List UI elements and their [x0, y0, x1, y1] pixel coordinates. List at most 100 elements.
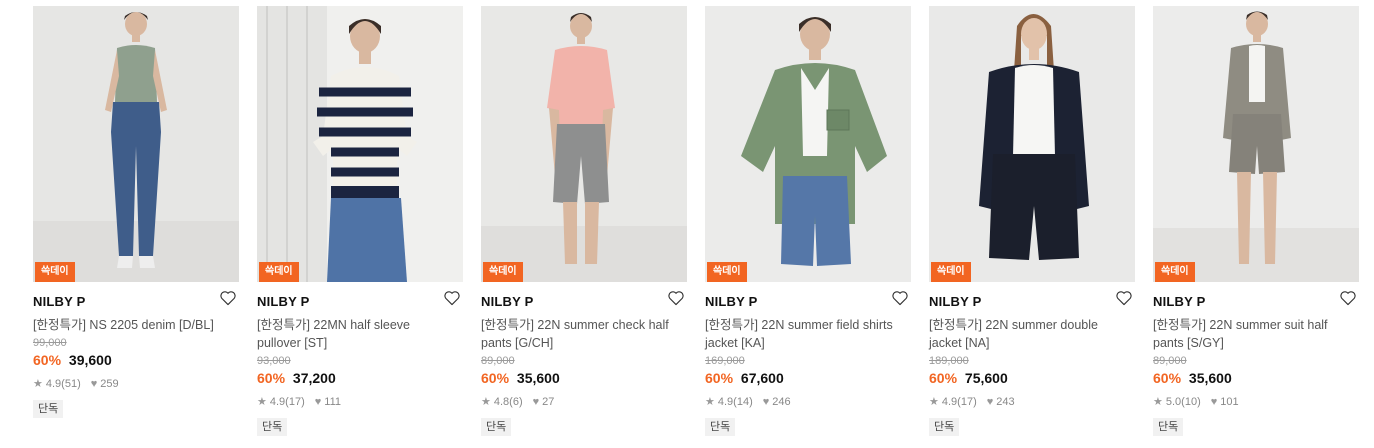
star-icon: ★: [929, 396, 939, 408]
original-price: 169,000: [705, 355, 745, 367]
heart-filled-icon: ♥: [762, 396, 770, 408]
heart-outline-icon[interactable]: [667, 290, 685, 306]
heart-filled-icon: ♥: [314, 396, 322, 408]
heart-outline-icon[interactable]: [443, 290, 461, 306]
product-meta: ★ 4.9 (51) ♥ 259: [33, 377, 239, 391]
heart-filled-icon: ♥: [986, 396, 994, 408]
product-card[interactable]: 쓱데이 NILBY P [한정특가] 22N summer suit half …: [1153, 6, 1359, 436]
rating-value: 4.9: [717, 396, 734, 408]
review-count: (10): [1181, 396, 1201, 408]
heart-filled-icon: ♥: [1210, 396, 1218, 408]
heart-filled-icon: ♥: [90, 378, 98, 390]
sale-price: 39,600: [68, 352, 112, 368]
rating-value: 4.9: [269, 396, 286, 408]
sale-price: 35,600: [1188, 370, 1232, 386]
product-card[interactable]: 쓱데이 NILBY P [한정특가] 22N summer double jac…: [929, 6, 1135, 436]
event-badge: 쓱데이: [707, 262, 747, 282]
price-row: 60% 39,600: [33, 351, 239, 369]
product-title[interactable]: [한정특가] 22N summer field shirts jacket [K…: [705, 316, 911, 352]
review-count: (17): [285, 396, 305, 408]
product-meta: ★ 4.9 (17) ♥ 243: [929, 395, 1135, 409]
product-image[interactable]: 쓱데이: [929, 6, 1135, 282]
product-image[interactable]: 쓱데이: [705, 6, 911, 282]
like-count: 101: [1220, 396, 1239, 408]
product-title[interactable]: [한정특가] 22N summer check half pants [G/CH…: [481, 316, 687, 352]
price-row: 60% 35,600: [481, 369, 687, 387]
star-icon: ★: [33, 378, 43, 390]
review-count: (17): [957, 396, 977, 408]
exclusive-tag: 단독: [257, 418, 288, 436]
product-card[interactable]: 쓱데이 NILBY P [한정특가] NS 2205 denim [D/BL] …: [33, 6, 239, 418]
discount-rate: 60%: [1153, 370, 1182, 386]
event-badge: 쓱데이: [259, 262, 299, 282]
sale-price: 37,200: [292, 370, 336, 386]
event-badge: 쓱데이: [1155, 262, 1195, 282]
exclusive-tag: 단독: [929, 418, 960, 436]
product-grid: 쓱데이 NILBY P [한정특가] NS 2205 denim [D/BL] …: [0, 0, 1374, 448]
brand-name[interactable]: NILBY P: [481, 294, 533, 309]
heart-outline-icon[interactable]: [1339, 290, 1357, 306]
product-title[interactable]: [한정특가] 22MN half sleeve pullover [ST]: [257, 316, 463, 352]
product-meta: ★ 5.0 (10) ♥ 101: [1153, 395, 1359, 409]
product-card[interactable]: 쓱데이 NILBY P [한정특가] 22N summer field shir…: [705, 6, 911, 436]
like-count: 243: [996, 396, 1015, 408]
like-count: 259: [100, 378, 119, 390]
discount-rate: 60%: [257, 370, 286, 386]
brand-name[interactable]: NILBY P: [33, 294, 85, 309]
original-price: 99,000: [33, 337, 67, 349]
discount-rate: 60%: [929, 370, 958, 386]
original-price: 89,000: [481, 355, 515, 367]
star-icon: ★: [481, 396, 491, 408]
brand-name[interactable]: NILBY P: [257, 294, 309, 309]
product-meta: ★ 4.9 (14) ♥ 246: [705, 395, 911, 409]
review-count: (14): [733, 396, 753, 408]
like-count: 111: [324, 396, 341, 408]
exclusive-tag: 단독: [1153, 418, 1184, 436]
like-count: 246: [772, 396, 791, 408]
discount-rate: 60%: [705, 370, 734, 386]
rating-value: 4.8: [493, 396, 510, 408]
product-card[interactable]: 쓱데이 NILBY P [한정특가] 22N summer check half…: [481, 6, 687, 436]
discount-rate: 60%: [33, 352, 62, 368]
product-image[interactable]: 쓱데이: [33, 6, 239, 282]
exclusive-tag: 단독: [705, 418, 736, 436]
exclusive-tag: 단독: [481, 418, 512, 436]
product-meta: ★ 4.9 (17) ♥ 111: [257, 395, 463, 409]
event-badge: 쓱데이: [483, 262, 523, 282]
brand-name[interactable]: NILBY P: [705, 294, 757, 309]
product-image[interactable]: 쓱데이: [1153, 6, 1359, 282]
heart-outline-icon[interactable]: [219, 290, 237, 306]
event-badge: 쓱데이: [931, 262, 971, 282]
brand-name[interactable]: NILBY P: [1153, 294, 1205, 309]
rating-value: 5.0: [1165, 396, 1182, 408]
product-image[interactable]: 쓱데이: [257, 6, 463, 282]
heart-filled-icon: ♥: [532, 396, 540, 408]
review-count: (51): [61, 378, 81, 390]
price-row: 60% 67,600: [705, 369, 911, 387]
star-icon: ★: [257, 396, 267, 408]
heart-outline-icon[interactable]: [891, 290, 909, 306]
event-badge: 쓱데이: [35, 262, 75, 282]
exclusive-tag: 단독: [33, 400, 64, 418]
star-icon: ★: [705, 396, 715, 408]
like-count: 27: [542, 396, 555, 408]
discount-rate: 60%: [481, 370, 510, 386]
sale-price: 75,600: [964, 370, 1008, 386]
product-title[interactable]: [한정특가] 22N summer suit half pants [S/GY]: [1153, 316, 1359, 352]
original-price: 93,000: [257, 355, 291, 367]
heart-outline-icon[interactable]: [1115, 290, 1133, 306]
price-row: 60% 75,600: [929, 369, 1135, 387]
product-title[interactable]: [한정특가] 22N summer double jacket [NA]: [929, 316, 1135, 352]
product-title[interactable]: [한정특가] NS 2205 denim [D/BL]: [33, 316, 239, 334]
original-price: 189,000: [929, 355, 969, 367]
price-row: 60% 35,600: [1153, 369, 1359, 387]
review-count: (6): [509, 396, 523, 408]
brand-name[interactable]: NILBY P: [929, 294, 981, 309]
star-icon: ★: [1153, 396, 1163, 408]
rating-value: 4.9: [941, 396, 958, 408]
product-card[interactable]: 쓱데이 NILBY P [한정특가] 22MN half sleeve pull…: [257, 6, 463, 436]
price-row: 60% 37,200: [257, 369, 463, 387]
product-image[interactable]: 쓱데이: [481, 6, 687, 282]
original-price: 89,000: [1153, 355, 1187, 367]
rating-value: 4.9: [45, 378, 62, 390]
